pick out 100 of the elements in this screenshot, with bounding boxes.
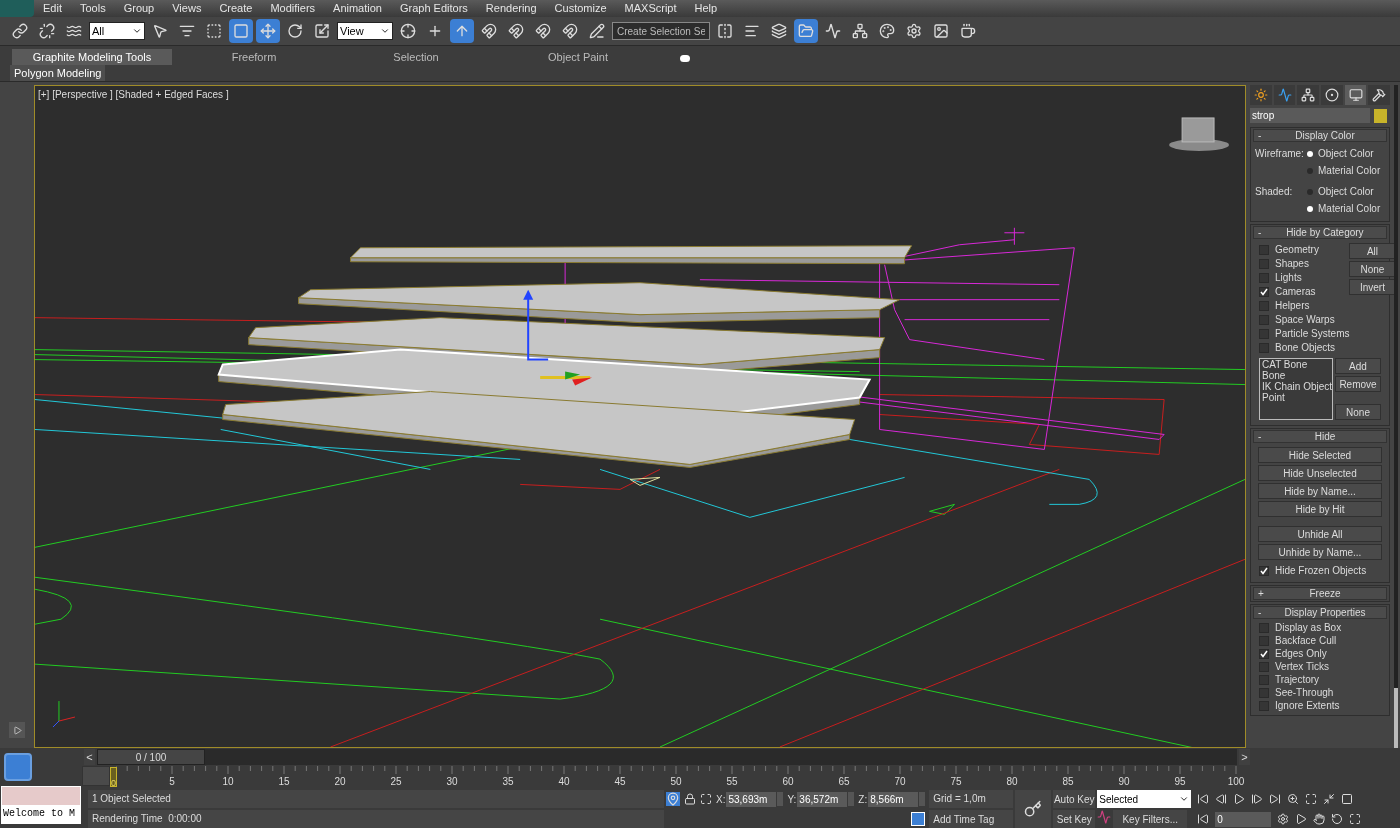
time-slider-thumb[interactable]: 0 / 100 <box>97 749 205 765</box>
command-panel-tab[interactable] <box>1321 85 1343 105</box>
checkbox[interactable] <box>1259 328 1269 339</box>
menu-item[interactable]: Graph Editors <box>390 0 477 17</box>
listener-input[interactable] <box>1 786 81 806</box>
absolute-mode-icon[interactable] <box>700 793 712 805</box>
zoom-all-icon[interactable] <box>1323 793 1336 805</box>
coordinate-field[interactable]: 8,566m <box>868 791 919 807</box>
toolbar-button[interactable] <box>256 19 280 43</box>
key-filters-button[interactable]: Key Filters... <box>1113 810 1188 828</box>
object-name-field[interactable]: strop <box>1250 108 1370 123</box>
next-frame-button[interactable]: > <box>1239 749 1250 765</box>
time-tag-button[interactable]: Add Time Tag <box>929 810 1014 828</box>
checkbox[interactable] <box>1259 314 1269 325</box>
go-to-end-icon[interactable] <box>1269 793 1282 805</box>
menu-item[interactable]: Help <box>685 0 727 17</box>
key-mode-icon[interactable] <box>1197 813 1210 825</box>
command-panel-tab[interactable] <box>1250 85 1272 105</box>
orbit-icon[interactable] <box>1331 813 1344 825</box>
command-panel-tab[interactable] <box>1273 85 1296 105</box>
panel-button[interactable]: Unhide All <box>1258 526 1382 542</box>
rollout-header[interactable]: - Hide <box>1253 430 1387 443</box>
checkbox[interactable] <box>1259 635 1269 646</box>
time-slider-track[interactable]: 0 / 100 <box>97 749 1237 765</box>
viewport-thumbnail-icon[interactable] <box>4 753 32 781</box>
dropdown[interactable]: View <box>337 22 393 40</box>
rollout-header[interactable]: + Freeze <box>1253 587 1387 600</box>
play-icon[interactable] <box>1233 793 1246 805</box>
checkbox[interactable] <box>1259 300 1269 311</box>
checkbox[interactable] <box>1259 272 1269 283</box>
color-swatch[interactable] <box>1374 108 1387 123</box>
panel-button[interactable]: None <box>1335 404 1381 420</box>
zoom-icon[interactable] <box>1287 793 1300 805</box>
viewport[interactable]: [+] [Perspective ] [Shaded + Edged Faces ] <box>34 85 1246 748</box>
radio-button[interactable] <box>1307 167 1313 174</box>
zoom-extents-icon[interactable] <box>1305 793 1318 805</box>
track-bar[interactable]: 0 5 10 15 20 25 30 35 40 45 50 55 60 65 70 75 80 85 90 95 100 <box>110 766 1250 788</box>
panel-button[interactable]: Hide Selected <box>1258 447 1382 463</box>
go-to-start-icon[interactable] <box>1197 793 1210 805</box>
ribbon-menu-icon[interactable] <box>680 55 690 62</box>
panel-button[interactable]: Hide by Name... <box>1258 483 1382 499</box>
ribbon-tab[interactable]: Graphite Modeling Tools <box>12 49 172 65</box>
auto-key-button[interactable]: Auto Key <box>1053 790 1096 808</box>
maximize-icon[interactable] <box>1349 813 1362 825</box>
coordinate-field[interactable]: 36,572m <box>797 791 848 807</box>
menu-item[interactable]: Customize <box>545 0 616 17</box>
radio-button[interactable] <box>1307 188 1313 195</box>
checkbox[interactable] <box>1259 674 1269 685</box>
set-key-button[interactable]: Set Key <box>1053 810 1096 828</box>
panel-button[interactable]: All <box>1349 243 1396 259</box>
list-item[interactable]: Bone <box>1260 370 1332 381</box>
dropdown[interactable]: All <box>89 22 145 40</box>
maximize-viewport-icon[interactable] <box>1341 793 1354 805</box>
panel-button[interactable]: Add <box>1335 358 1381 374</box>
curve-icon[interactable] <box>1097 810 1112 824</box>
checkbox[interactable] <box>1259 661 1269 672</box>
ribbon-tab[interactable]: Freeform <box>174 49 334 65</box>
time-config-icon[interactable] <box>1277 813 1290 825</box>
ribbon-tab[interactable]: Object Paint <box>498 49 658 65</box>
checkbox[interactable] <box>1259 687 1269 698</box>
frame-field[interactable]: 0 <box>1215 811 1272 827</box>
ribbon-tab[interactable]: Selection <box>336 49 496 65</box>
menu-item[interactable]: Views <box>163 0 211 17</box>
menu-item[interactable]: Group <box>114 0 164 17</box>
toolbar-button[interactable] <box>450 19 474 43</box>
menu-item[interactable]: Rendering <box>476 0 546 17</box>
menu-item[interactable]: Animation <box>324 0 391 17</box>
list-item[interactable]: IK Chain Object <box>1260 381 1332 392</box>
key-mode-dropdown[interactable]: Selected <box>1097 790 1192 808</box>
list-item[interactable]: CAT Bone <box>1260 359 1332 370</box>
panel-button[interactable]: Hide by Hit <box>1258 501 1382 517</box>
time-tag-icon[interactable] <box>911 812 926 826</box>
menu-item[interactable]: Edit <box>34 0 71 17</box>
previous-frame-button[interactable]: < <box>84 749 95 765</box>
panel-button[interactable]: Invert <box>1349 279 1396 295</box>
viewport-label[interactable]: [+] [Perspective ] [Shaded + Edged Faces ] <box>38 87 229 102</box>
rollout-header[interactable]: - Hide by Category <box>1253 226 1387 239</box>
checkbox[interactable] <box>1259 286 1269 297</box>
rollout-header[interactable]: - Display Properties <box>1253 606 1387 619</box>
field-of-view-icon[interactable] <box>1295 813 1308 825</box>
checkbox[interactable] <box>1259 622 1269 633</box>
menu-item[interactable]: Create <box>210 0 262 17</box>
list-item[interactable]: Point <box>1260 392 1332 403</box>
previous-frame-icon[interactable] <box>1215 793 1228 805</box>
menu-item[interactable]: Tools <box>70 0 115 17</box>
checkbox[interactable] <box>1259 648 1269 659</box>
command-panel-tab[interactable] <box>1344 85 1367 105</box>
checkbox[interactable] <box>1259 700 1269 711</box>
key-icon[interactable] <box>1024 800 1043 818</box>
panel-button[interactable]: None <box>1349 261 1396 277</box>
toolbar-button[interactable] <box>229 19 253 43</box>
next-frame-icon[interactable] <box>1251 793 1264 805</box>
checkbox[interactable] <box>1259 565 1269 576</box>
pan-icon[interactable] <box>1313 813 1326 825</box>
checkbox[interactable] <box>1259 342 1269 353</box>
panel-button[interactable]: Unhide by Name... <box>1258 544 1382 560</box>
lock-icon[interactable] <box>684 793 696 805</box>
command-panel-tab[interactable] <box>1297 85 1319 105</box>
radio-button[interactable] <box>1307 205 1313 212</box>
panel-button[interactable]: Remove <box>1335 376 1381 392</box>
